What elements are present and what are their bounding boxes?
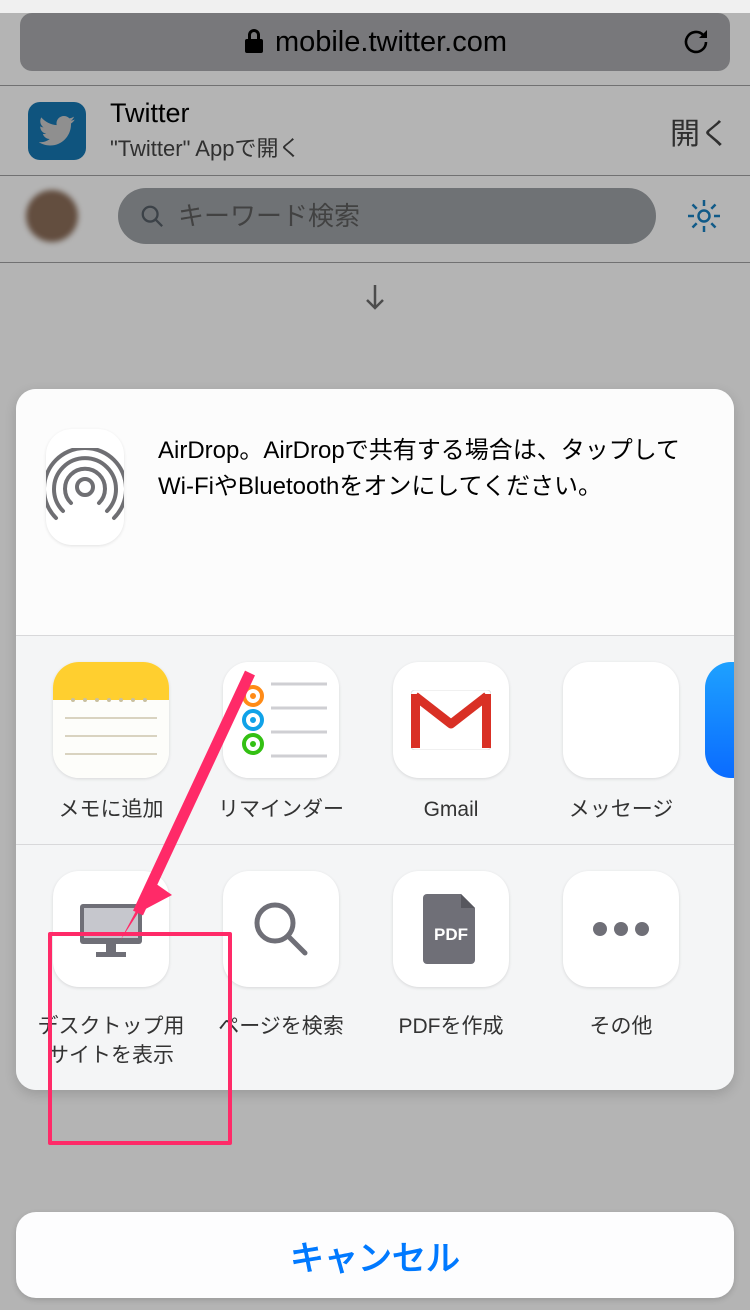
share-app-label: メッセージ	[536, 796, 706, 824]
share-app-partial[interactable]	[705, 662, 734, 778]
share-app-reminders[interactable]: リマインダー	[196, 662, 366, 824]
more-icon	[586, 919, 656, 939]
share-actions-row: デスクトップ用 サイトを表示 ページを検索 PDF PDFを作成	[16, 845, 734, 1090]
airdrop-section[interactable]: AirDrop。AirDropで共有する場合は、タップしてWi-FiやBluet…	[16, 389, 734, 636]
share-app-label: Gmail	[366, 796, 536, 824]
svg-text:PDF: PDF	[434, 925, 468, 944]
action-label: デスクトップ用 サイトを表示	[26, 1013, 196, 1070]
action-create-pdf[interactable]: PDF PDFを作成	[366, 871, 536, 1070]
action-label: PDFを作成	[366, 1013, 536, 1041]
airdrop-text: AirDrop。AirDropで共有する場合は、タップしてWi-FiやBluet…	[158, 429, 704, 545]
magnifier-icon	[249, 897, 313, 961]
desktop-icon	[76, 900, 146, 958]
share-app-messages[interactable]: メッセージ	[536, 662, 706, 824]
share-app-gmail[interactable]: Gmail	[366, 662, 536, 824]
share-apps-row: メモに追加 リマインダー	[16, 636, 734, 845]
airdrop-icon	[46, 429, 124, 545]
share-app-notes[interactable]: メモに追加	[26, 662, 196, 824]
cancel-button[interactable]: キャンセル	[16, 1212, 734, 1298]
action-more[interactable]: その他	[536, 871, 706, 1070]
pdf-icon: PDF	[423, 894, 479, 964]
share-app-label: メモに追加	[26, 796, 196, 824]
action-request-desktop-site[interactable]: デスクトップ用 サイトを表示	[26, 871, 196, 1070]
share-app-label: リマインダー	[196, 796, 366, 824]
share-sheet: AirDrop。AirDropで共有する場合は、タップしてWi-FiやBluet…	[16, 389, 734, 1090]
action-label: ページを検索	[196, 1013, 366, 1041]
action-label: その他	[536, 1013, 706, 1041]
action-find-on-page[interactable]: ページを検索	[196, 871, 366, 1070]
